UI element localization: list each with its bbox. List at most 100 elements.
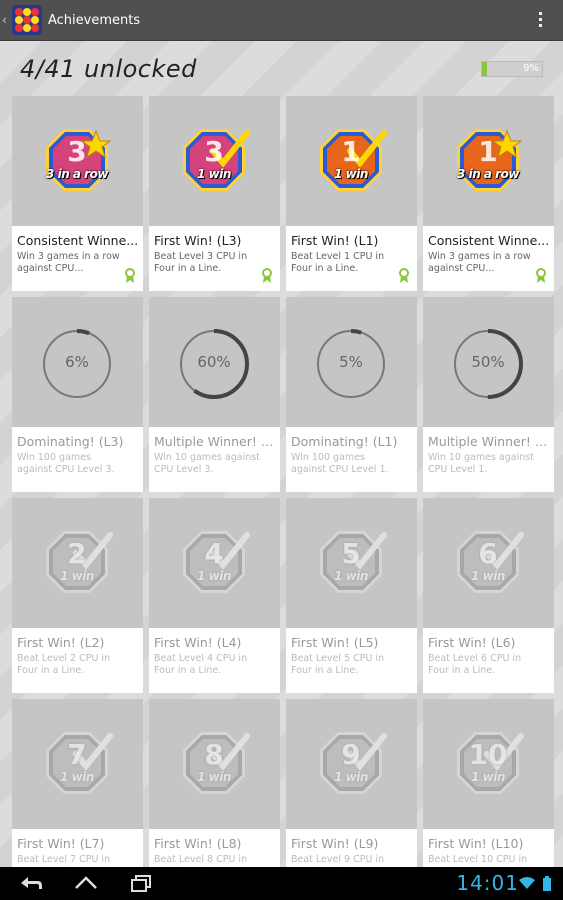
locked-badge-icon: 51 win <box>320 531 387 593</box>
progress-percent: 9% <box>523 63 539 74</box>
badge-level-number: 5 <box>341 537 361 570</box>
achievement-description: Beat Level 3 CPU in Four in a Line. <box>154 251 248 274</box>
achievement-title: First Win! (L3) <box>154 233 242 248</box>
achievement-description: Win 10 games against CPU Level 3. <box>154 452 260 475</box>
achievement-description: Win 3 games in a row against CPU... <box>428 251 531 274</box>
locked-badge-icon: 81 win <box>183 732 250 794</box>
achievement-card[interactable]: 10 1 win First Win! (L10) Beat Level 10 CPU… <box>423 699 554 867</box>
battery-icon <box>543 876 551 891</box>
badge-subtitle: 1 win <box>334 167 368 181</box>
achievement-image: 61 win <box>423 498 554 628</box>
achievement-card[interactable]: 21 win First Win! (L2) Beat Level 2 CPU in… <box>12 498 143 693</box>
achievement-percent: 5% <box>339 353 363 371</box>
badge-level-number: 9 <box>341 738 361 771</box>
achievement-card[interactable]: 71 win First Win! (L7) Beat Level 7 CPU in… <box>12 699 143 867</box>
achievement-description: Beat Level 5 CPU in Four in a Line. <box>291 653 385 676</box>
achievement-title: First Win! (L9) <box>291 836 379 851</box>
achievement-image: 50% <box>423 297 554 427</box>
achievement-image: 5% <box>286 297 417 427</box>
badge-subtitle: 1 win <box>60 770 94 784</box>
achievement-description: Beat Level 7 CPU in Four in a Line. <box>17 854 111 867</box>
achievement-image: 51 win <box>286 498 417 628</box>
achievement-card[interactable]: 50% Multiple Winner! (... Win 10 games aga… <box>423 297 554 492</box>
achievement-title: Dominating! (L3) <box>17 434 124 449</box>
achievement-description: Win 10 games against CPU Level 1. <box>428 452 534 475</box>
achievement-image: 41 win <box>149 498 280 628</box>
wifi-icon <box>519 877 535 889</box>
achievement-card[interactable]: 5% Dominating! (L1) Win 100 games against … <box>286 297 417 492</box>
achievement-percent: 6% <box>65 353 89 371</box>
badge-level-number: 8 <box>204 738 224 771</box>
badge-level-number: 4 <box>204 537 224 570</box>
achievement-card[interactable]: 33 in a row Consistent Winne... Win 3 game… <box>12 96 143 291</box>
system-nav-bar: 14:01 <box>0 867 563 900</box>
achievement-badge-icon: 31 win <box>183 129 250 191</box>
achievement-card[interactable]: 51 win First Win! (L5) Beat Level 5 CPU in… <box>286 498 417 693</box>
unlocked-ribbon-icon <box>399 268 409 283</box>
achievement-image: 13 in a row <box>423 96 554 226</box>
achievement-description: Beat Level 4 CPU in Four in a Line. <box>154 653 248 676</box>
achievement-title: First Win! (L7) <box>17 836 105 851</box>
badge-level-number: 6 <box>478 537 498 570</box>
achievement-title: First Win! (L6) <box>428 635 516 650</box>
achievement-badge-icon: 13 in a row <box>457 129 523 191</box>
unlocked-ribbon-icon <box>125 268 135 283</box>
achievement-percent: 50% <box>471 353 505 371</box>
badge-subtitle: 1 win <box>197 770 231 784</box>
achievement-image: 71 win <box>12 699 143 829</box>
screen-title: Achievements <box>48 12 141 28</box>
achievement-title: Dominating! (L1) <box>291 434 398 449</box>
achievement-description: Beat Level 9 CPU in Four in a Line. <box>291 854 385 867</box>
achievement-title: First Win! (L2) <box>17 635 105 650</box>
badge-level-number: 3 <box>204 135 224 168</box>
achievement-card[interactable]: 60% Multiple Winner! (... Win 10 games aga… <box>149 297 280 492</box>
achievement-image: 60% <box>149 297 280 427</box>
badge-subtitle: 1 win <box>471 569 505 583</box>
achievements-list[interactable]: 4/41 unlocked 9% 33 in a row Consistent W… <box>0 41 563 867</box>
achievement-card[interactable]: 13 in a row Consistent Winne... Win 3 game… <box>423 96 554 291</box>
progress-fill <box>482 62 488 76</box>
achievement-image: 91 win <box>286 699 417 829</box>
nav-home-icon[interactable] <box>73 873 99 893</box>
achievement-description: Win 3 games in a row against CPU... <box>17 251 120 274</box>
badge-level-number: 3 <box>67 135 87 168</box>
achievement-card[interactable]: 81 win First Win! (L8) Beat Level 8 CPU in… <box>149 699 280 867</box>
back-chevron-icon[interactable]: ‹ <box>2 13 10 27</box>
unlocked-ribbon-icon <box>536 268 546 283</box>
status-clock: 14:01 <box>456 871 519 895</box>
achievement-percent: 60% <box>197 353 231 371</box>
achievement-description: Win 100 games against CPU Level 3. <box>17 452 115 475</box>
nav-back-icon[interactable] <box>18 873 44 893</box>
overflow-menu-icon[interactable] <box>539 12 543 30</box>
locked-badge-icon: 71 win <box>46 732 113 794</box>
achievement-card[interactable]: 41 win First Win! (L4) Beat Level 4 CPU in… <box>149 498 280 693</box>
action-bar: ‹ Achievements <box>0 0 563 41</box>
achievement-card[interactable]: 6% Dominating! (L3) Win 100 games against … <box>12 297 143 492</box>
locked-badge-icon: 41 win <box>183 531 250 593</box>
achievement-grid: 33 in a row Consistent Winne... Win 3 game… <box>12 96 554 867</box>
locked-badge-icon: 61 win <box>457 531 524 593</box>
achievement-card[interactable]: 31 win First Win! (L3) Beat Level 3 CPU in… <box>149 96 280 291</box>
app-icon[interactable] <box>12 5 42 35</box>
badge-level-number: 2 <box>67 537 87 570</box>
achievement-title: First Win! (L1) <box>291 233 379 248</box>
achievement-description: Beat Level 2 CPU in Four in a Line. <box>17 653 111 676</box>
achievement-card[interactable]: 11 win First Win! (L1) Beat Level 1 CPU in… <box>286 96 417 291</box>
achievement-title: First Win! (L5) <box>291 635 379 650</box>
achievement-title: First Win! (L8) <box>154 836 242 851</box>
badge-level-number: 1 <box>341 135 361 168</box>
achievement-description: Beat Level 8 CPU in Four in a Line. <box>154 854 248 867</box>
locked-badge-icon: 10 1 win <box>457 732 524 794</box>
achievement-card[interactable]: 61 win First Win! (L6) Beat Level 6 CPU in… <box>423 498 554 693</box>
badge-subtitle: 1 win <box>197 569 231 583</box>
achievement-image: 31 win <box>149 96 280 226</box>
achievement-description: Win 100 games against CPU Level 1. <box>291 452 389 475</box>
achievement-image: 11 win <box>286 96 417 226</box>
badge-level-number: 7 <box>67 738 87 771</box>
achievement-card[interactable]: 91 win First Win! (L9) Beat Level 9 CPU in… <box>286 699 417 867</box>
achievement-title: Multiple Winner! (... <box>154 434 276 449</box>
achievement-image: 6% <box>12 297 143 427</box>
nav-recents-icon[interactable] <box>128 873 154 893</box>
unlocked-ribbon-icon <box>262 268 272 283</box>
badge-level-number: 1 <box>478 135 498 168</box>
